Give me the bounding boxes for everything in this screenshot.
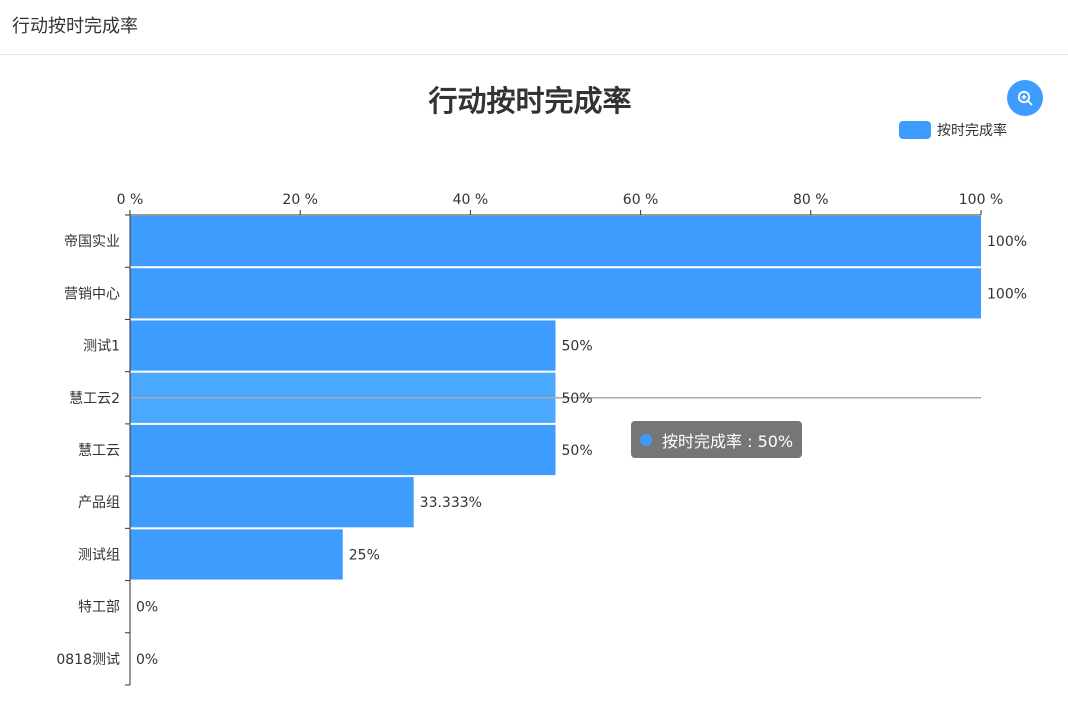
category-label: 慧工云2 [69, 391, 120, 407]
bar[interactable] [130, 529, 343, 580]
x-tick-label: 0 % [117, 192, 144, 208]
data-label: 50% [562, 443, 593, 459]
category-label: 帝国实业 [64, 234, 120, 250]
data-label: 50% [562, 391, 593, 407]
category-label: 产品组 [78, 495, 120, 511]
bar[interactable] [130, 424, 556, 476]
category-label: 0818测试 [56, 652, 120, 668]
data-label: 25% [349, 547, 380, 563]
bar[interactable] [130, 216, 981, 267]
tooltip: 按时完成率 : 50% [631, 421, 803, 458]
x-tick-label: 100 % [959, 192, 1003, 208]
category-label: 慧工云 [78, 443, 120, 459]
category-label: 测试组 [78, 547, 120, 563]
data-label: 50% [562, 339, 593, 355]
bar[interactable] [130, 477, 414, 528]
category-label: 测试1 [83, 339, 120, 355]
data-label: 100% [987, 234, 1027, 250]
data-label: 33.333% [420, 495, 482, 511]
category-label: 特工部 [78, 600, 120, 616]
data-label: 0% [136, 600, 158, 616]
bar[interactable] [130, 268, 981, 319]
x-tick-label: 60 % [623, 192, 659, 208]
x-tick-label: 40 % [453, 192, 489, 208]
x-tick-label: 80 % [793, 192, 829, 208]
data-label: 0% [136, 652, 158, 668]
category-label: 营销中心 [64, 286, 120, 302]
bar-chart: 0 % 20 % 40 % 60 % 80 % 100 % 帝国实业营销中心测试1 慧工云2 慧… [56, 192, 1027, 686]
x-tick-label: 20 % [282, 192, 318, 208]
tooltip-series-dot [640, 433, 652, 446]
data-label: 100% [987, 286, 1027, 302]
tooltip-text: 按时完成率 : 50% [662, 431, 794, 451]
bar[interactable] [130, 320, 556, 371]
